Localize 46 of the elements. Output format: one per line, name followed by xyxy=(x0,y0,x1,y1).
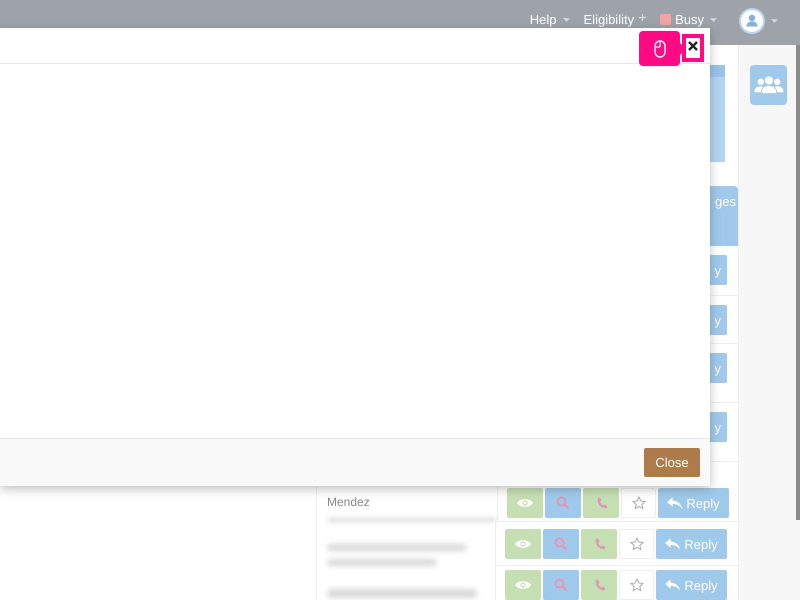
close-x-button[interactable] xyxy=(682,34,704,62)
contact-name: Mendez xyxy=(327,495,370,509)
user-menu[interactable] xyxy=(739,8,778,34)
star-icon xyxy=(630,578,644,592)
reply-button[interactable]: Reply xyxy=(656,529,727,559)
users-icon xyxy=(754,75,784,95)
search-button[interactable] xyxy=(545,488,581,518)
star-icon xyxy=(632,496,646,510)
users-button[interactable] xyxy=(750,65,787,105)
search-icon xyxy=(554,578,568,592)
phone-icon xyxy=(596,496,606,510)
view-button[interactable] xyxy=(507,488,543,518)
reply-icon xyxy=(665,579,680,591)
star-icon xyxy=(630,537,644,551)
reply-icon xyxy=(667,497,682,509)
phone-icon xyxy=(594,538,604,550)
eye-icon xyxy=(515,580,531,590)
search-button[interactable] xyxy=(543,570,579,600)
star-button[interactable] xyxy=(619,529,654,559)
caret-icon xyxy=(771,18,778,22)
eye-icon xyxy=(515,539,531,549)
search-icon xyxy=(554,537,568,551)
star-button[interactable] xyxy=(619,570,654,600)
view-button[interactable] xyxy=(505,529,541,559)
call-button[interactable] xyxy=(583,488,619,518)
reply-icon xyxy=(665,538,680,550)
phone-icon xyxy=(594,578,604,592)
view-button[interactable] xyxy=(505,570,541,600)
status-menu[interactable]: Busy xyxy=(660,12,717,27)
eye-icon xyxy=(517,498,533,508)
eligibility-menu[interactable]: Eligibility xyxy=(584,12,646,27)
mouse-icon xyxy=(654,40,666,58)
close-icon xyxy=(688,41,698,51)
search-button[interactable] xyxy=(543,529,579,559)
caret-icon xyxy=(710,18,717,22)
star-button[interactable] xyxy=(621,488,656,518)
search-icon xyxy=(556,496,570,510)
close-button[interactable]: Close xyxy=(644,448,700,477)
plus-icon xyxy=(639,14,646,21)
reply-button[interactable]: Reply xyxy=(656,570,727,600)
caret-icon xyxy=(562,18,570,22)
call-button[interactable] xyxy=(581,529,617,559)
avatar-icon xyxy=(739,8,765,34)
reply-button[interactable]: Reply xyxy=(658,488,729,518)
call-button[interactable] xyxy=(581,570,617,600)
help-menu[interactable]: Help xyxy=(530,12,570,27)
